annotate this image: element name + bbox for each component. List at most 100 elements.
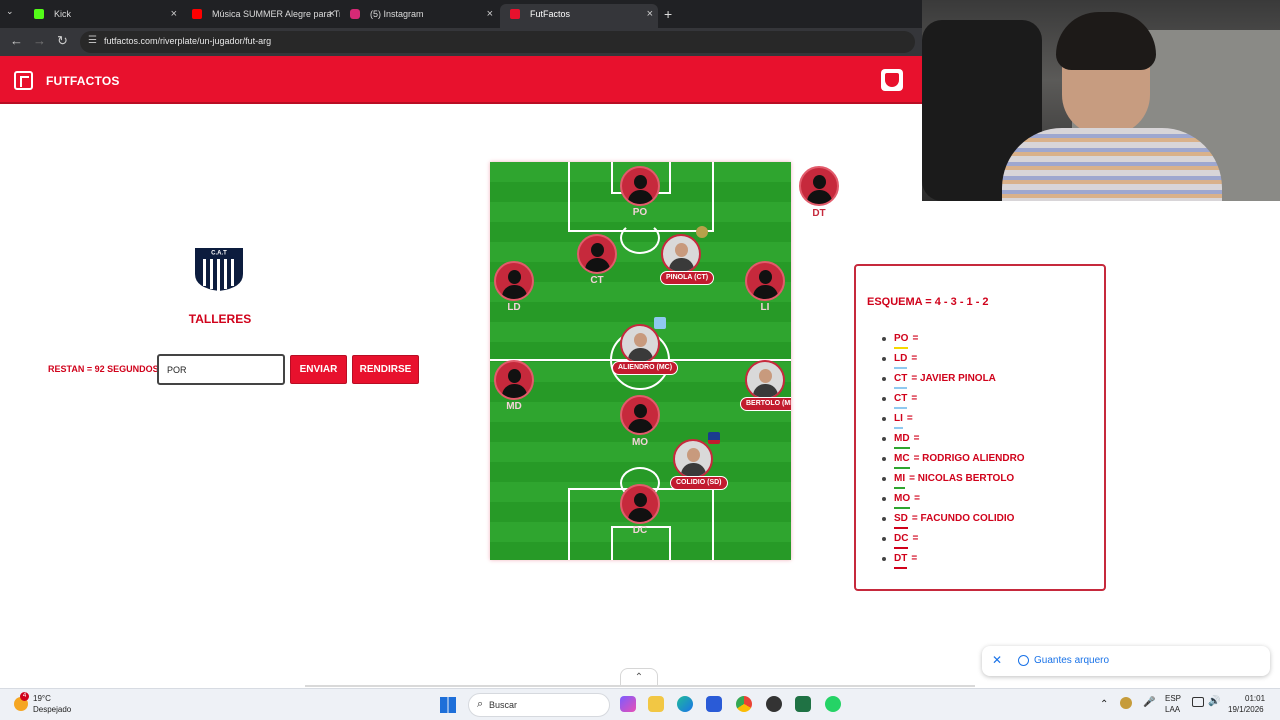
position-player-name: = FACUNDO COLIDIO: [911, 513, 1015, 524]
position-code: DC: [894, 532, 909, 549]
kick-icon: [34, 9, 44, 19]
position-color-bar: [894, 507, 911, 509]
position-code: MI: [894, 472, 906, 489]
chrome-icon[interactable]: [736, 696, 752, 712]
tab-close-icon[interactable]: ×: [171, 4, 177, 24]
position-code: DT: [894, 552, 908, 569]
position-code: CT: [894, 372, 908, 389]
notification-toast[interactable]: ✕ Guantes arquero: [982, 646, 1270, 676]
give-up-button[interactable]: RENDIRSE: [352, 355, 419, 384]
futfactos-logo-icon[interactable]: [14, 71, 33, 90]
label-po: PO: [632, 207, 648, 218]
weather-badge: 4: [20, 692, 29, 701]
file-explorer-icon[interactable]: [648, 696, 664, 712]
display-icon[interactable]: [1192, 697, 1204, 707]
language-top[interactable]: ESP: [1165, 694, 1181, 703]
send-button[interactable]: ENVIAR: [290, 355, 347, 384]
player-guess-input[interactable]: [157, 354, 285, 385]
taskbar-search[interactable]: ⌕ Buscar: [468, 693, 610, 717]
position-code: MC: [894, 452, 910, 469]
formation-row-ld: LD =: [880, 352, 1025, 372]
slot-md[interactable]: [494, 360, 534, 400]
slot-ld[interactable]: [494, 261, 534, 301]
weather-desc[interactable]: Despejado: [33, 705, 71, 714]
position-code: MO: [894, 492, 911, 509]
formation-row-mi: MI = NICOLAS BERTOLO: [880, 472, 1025, 492]
slot-mi-filled[interactable]: [745, 360, 785, 400]
weather-temp[interactable]: 19°C: [33, 694, 51, 703]
football-pitch: PO CT PINOLA (CT) LD LI ALIENDRO (MC) MD…: [490, 162, 791, 560]
forward-icon[interactable]: →: [33, 34, 46, 48]
formation-panel: ESQUEMA = 4 - 3 - 1 - 2 PO = LD = CT = JAVIER…: [854, 264, 1106, 591]
position-player-name: =: [906, 413, 913, 424]
position-code: MD: [894, 432, 910, 449]
site-header: FUTFACTOS: [0, 56, 922, 104]
back-icon[interactable]: ←: [10, 34, 23, 48]
excel-icon[interactable]: [795, 696, 811, 712]
position-color-bar: [894, 527, 908, 529]
slot-mc-filled[interactable]: [620, 324, 660, 364]
position-code: LI: [894, 412, 903, 429]
tab-search-icon[interactable]: ⌄: [6, 6, 14, 17]
position-code: LD: [894, 352, 908, 369]
tab-close-icon[interactable]: ×: [487, 4, 493, 24]
screen: ⌄ Kick × Música SUMMER Alegre para Tr × …: [0, 0, 1280, 720]
position-code: SD: [894, 512, 908, 529]
formation-row-mo: MO =: [880, 492, 1025, 512]
clock-date[interactable]: 19/1/2026: [1228, 705, 1264, 714]
close-icon[interactable]: ✕: [992, 653, 1002, 667]
whatsapp-icon[interactable]: [825, 696, 841, 712]
plus-circle-icon: [1018, 655, 1029, 666]
countdown-timer: RESTAN = 92 SEGUNDOS: [48, 364, 159, 374]
tab-close-icon[interactable]: ×: [647, 4, 653, 24]
top-arc: [620, 222, 660, 254]
slot-sd-filled[interactable]: [673, 439, 713, 479]
crest-letters: C.A.T: [211, 251, 227, 257]
tab-youtube[interactable]: Música SUMMER Alegre para Tr ×: [182, 4, 340, 28]
slot-po[interactable]: [620, 166, 660, 206]
slot-dc[interactable]: [620, 484, 660, 524]
label-dc: DC: [632, 525, 648, 536]
instagram-icon: [350, 9, 360, 19]
reload-icon[interactable]: ↻: [57, 34, 68, 48]
browser-tabbar: ⌄ Kick × Música SUMMER Alegre para Tr × …: [0, 0, 922, 28]
formation-row-sd: SD = FACUNDO COLIDIO: [880, 512, 1025, 532]
tab-close-icon[interactable]: ×: [329, 4, 335, 24]
pill-colidio: COLIDIO (SD): [670, 476, 728, 490]
edge-icon[interactable]: [677, 696, 693, 712]
clock-time[interactable]: 01:01: [1245, 694, 1265, 703]
store-icon[interactable]: [706, 696, 722, 712]
windows-start-icon[interactable]: [440, 697, 456, 713]
tray-app-icon[interactable]: [1120, 697, 1132, 709]
label-dt: DT: [812, 208, 826, 219]
language-bottom[interactable]: LAA: [1165, 705, 1180, 714]
scroll-up-icon[interactable]: ⌃: [620, 668, 658, 686]
tray-chevron-icon[interactable]: ⌃: [1100, 699, 1108, 710]
position-color-bar: [894, 407, 908, 409]
slot-li[interactable]: [745, 261, 785, 301]
brand-title[interactable]: FUTFACTOS: [46, 74, 120, 88]
formation-row-ct: CT = JAVIER PINOLA: [880, 372, 1025, 392]
notification-text[interactable]: Guantes arquero: [1034, 655, 1109, 666]
site-info-icon[interactable]: ☰: [88, 35, 97, 46]
url-text: futfactos.com/riverplate/un-jugador/fut-…: [104, 36, 272, 46]
river-crest-icon[interactable]: [881, 69, 903, 91]
volume-icon[interactable]: 🔊: [1208, 696, 1220, 707]
tab-futfactos[interactable]: FutFactos ×: [500, 4, 658, 28]
slot-ct-right-filled[interactable]: [661, 234, 701, 274]
slot-dt[interactable]: [799, 166, 839, 206]
formation-row-ct: CT =: [880, 392, 1025, 412]
tab-kick[interactable]: Kick ×: [24, 4, 182, 28]
scroll-track: [305, 685, 975, 687]
slot-mo[interactable]: [620, 395, 660, 435]
new-tab-icon[interactable]: +: [664, 4, 672, 24]
tab-instagram[interactable]: (5) Instagram ×: [340, 4, 498, 28]
copilot-icon[interactable]: [620, 696, 636, 712]
address-bar[interactable]: ☰ futfactos.com/riverplate/un-jugador/fu…: [80, 31, 915, 53]
webcam-person-hair: [1056, 12, 1156, 70]
obs-icon[interactable]: [766, 696, 782, 712]
slot-ct-left[interactable]: [577, 234, 617, 274]
position-player-name: =: [912, 333, 919, 344]
position-color-bar: [894, 387, 908, 389]
microphone-icon[interactable]: 🎤: [1143, 697, 1155, 708]
